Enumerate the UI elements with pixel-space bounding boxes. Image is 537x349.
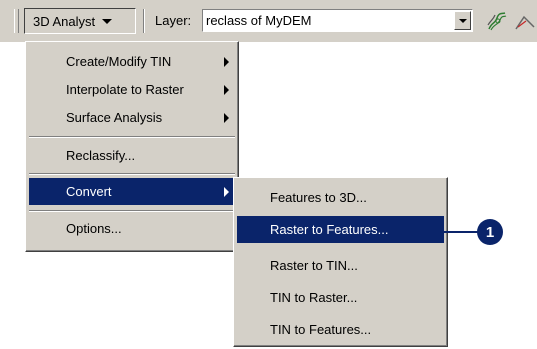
submenu-arrow-icon <box>224 57 229 67</box>
toolbar-separator <box>143 9 145 33</box>
submenu-arrow-icon <box>224 113 229 123</box>
callout-leader-line <box>410 231 480 233</box>
submenu-item-label: TIN to Raster... <box>270 290 358 305</box>
menu-divider <box>29 173 235 175</box>
submenu-arrow-icon <box>224 85 229 95</box>
menu-item-label: Interpolate to Raster <box>66 82 184 97</box>
convert-submenu: Features to 3D... Raster to Features... … <box>233 177 448 347</box>
submenu-item-tin-to-raster[interactable]: TIN to Raster... <box>237 284 444 311</box>
dropdown-arrow-icon <box>102 18 113 24</box>
menu-item-surface-analysis[interactable]: Surface Analysis <box>29 104 235 131</box>
menu-item-reclassify[interactable]: Reclassify... <box>29 142 235 169</box>
submenu-item-features-to-3d[interactable]: Features to 3D... <box>237 184 444 211</box>
contour-tool-icon[interactable] <box>486 10 508 32</box>
menu-item-label: Surface Analysis <box>66 110 163 125</box>
chevron-down-icon[interactable] <box>454 11 471 30</box>
line-of-sight-tool-icon[interactable] <box>514 11 536 33</box>
toolbar-grip-handle[interactable] <box>14 9 19 33</box>
layer-label: Layer: <box>155 13 192 28</box>
3d-analyst-menu-button[interactable]: 3D Analyst <box>24 8 136 34</box>
menu-item-label: Options... <box>66 221 122 236</box>
menu-item-convert[interactable]: Convert <box>29 178 235 205</box>
3d-analyst-toolbar: 3D Analyst Layer: reclass of MyDEM <box>0 0 537 42</box>
3d-analyst-dropdown-menu: Create/Modify TIN Interpolate to Raster … <box>25 41 239 252</box>
layer-dropdown-value: reclass of MyDEM <box>206 13 312 28</box>
submenu-item-raster-to-tin[interactable]: Raster to TIN... <box>237 252 444 279</box>
menu-item-label: Create/Modify TIN <box>66 54 172 69</box>
submenu-arrow-icon <box>224 187 229 197</box>
submenu-item-raster-to-features[interactable]: Raster to Features... <box>237 216 444 243</box>
submenu-item-label: Features to 3D... <box>270 190 367 205</box>
menu-item-options[interactable]: Options... <box>29 215 235 242</box>
submenu-item-label: Raster to Features... <box>270 222 389 237</box>
callout-number-badge: 1 <box>477 219 503 245</box>
menu-item-interpolate-to-raster[interactable]: Interpolate to Raster <box>29 76 235 103</box>
submenu-item-label: Raster to TIN... <box>270 258 358 273</box>
layer-dropdown[interactable]: reclass of MyDEM <box>202 9 473 32</box>
menu-divider <box>29 210 235 212</box>
menu-item-label: Reclassify... <box>66 148 136 163</box>
submenu-item-label: TIN to Features... <box>270 322 372 337</box>
menu-item-label: Convert <box>66 184 112 199</box>
submenu-item-tin-to-features[interactable]: TIN to Features... <box>237 316 444 343</box>
menu-divider <box>29 136 235 138</box>
menu-item-create-modify-tin[interactable]: Create/Modify TIN <box>29 48 235 75</box>
3d-analyst-menu-label: 3D Analyst <box>33 13 96 29</box>
